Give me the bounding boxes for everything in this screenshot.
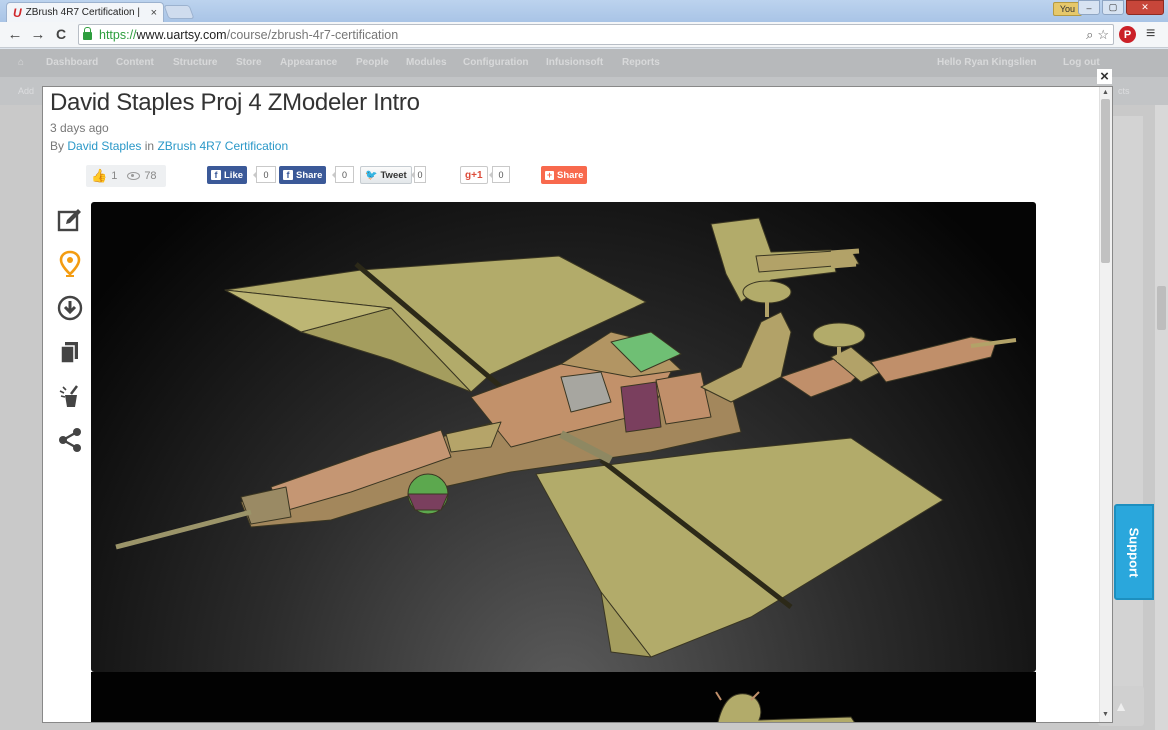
edit-icon[interactable] [55, 205, 85, 235]
page-scrollbar-thumb[interactable] [1157, 286, 1166, 330]
shortcut-add[interactable]: Add [18, 86, 34, 96]
profile-chip-label: You [1059, 4, 1075, 14]
scroll-up-icon[interactable]: ▲ [1101, 89, 1110, 96]
browser-toolbar: ← → C https:// www.uartsy.com /course/zb… [0, 22, 1168, 48]
modal-close-icon[interactable]: × [1097, 68, 1112, 85]
clean-brush-icon[interactable] [55, 381, 85, 411]
download-icon[interactable] [55, 293, 85, 323]
url-scheme: https:// [99, 27, 137, 42]
support-label: Support [1126, 527, 1142, 577]
back-icon[interactable]: ← [6, 26, 24, 43]
lock-icon [83, 27, 92, 40]
tweet-label: Tweet [380, 169, 407, 181]
admin-item-store[interactable]: Store [236, 57, 262, 68]
post-modal: David Staples Proj 4 ZModeler Intro 3 da… [42, 86, 1113, 723]
thumbs-up-icon[interactable]: 👍 [91, 168, 107, 184]
post-stats: 👍 1 78 [86, 165, 166, 187]
shortcut-products[interactable]: cts [1118, 86, 1130, 96]
browser-menu-icon[interactable]: ≡ [1146, 25, 1155, 43]
spaceship-render [115, 217, 1017, 658]
view-count: 78 [144, 170, 157, 182]
tweet-button[interactable]: 🐦 Tweet [360, 166, 412, 184]
forward-icon[interactable]: → [29, 26, 47, 43]
tweet-count-value: 0 [417, 169, 423, 180]
location-pin-icon[interactable] [55, 249, 85, 279]
share-icon[interactable] [55, 425, 85, 455]
google-plus-label: g+1 [465, 169, 483, 181]
facebook-like-count: 0 [253, 166, 276, 183]
reload-icon[interactable]: C [52, 26, 70, 42]
addthis-share-button[interactable]: + Share [541, 166, 588, 184]
page-scrollbar[interactable] [1155, 105, 1168, 730]
facebook-share-count: 0 [332, 166, 354, 183]
admin-item-configuration[interactable]: Configuration [463, 57, 529, 68]
admin-item-dashboard[interactable]: Dashboard [46, 57, 98, 68]
eye-icon [127, 172, 141, 180]
tab-title: ZBrush 4R7 Certification | [25, 7, 140, 18]
window-controls: – ▢ ✕ [1078, 0, 1164, 15]
scroll-down-icon[interactable]: ▼ [1101, 711, 1110, 718]
second-render-preview [715, 691, 855, 722]
address-bar[interactable]: https:// www.uartsy.com /course/zbrush-4… [78, 24, 1114, 45]
artwork-image[interactable] [91, 202, 1036, 672]
facebook-icon: f [211, 170, 221, 180]
modal-scrollbar-thumb[interactable] [1101, 99, 1110, 263]
addthis-share-label: Share [557, 169, 584, 181]
admin-item-structure[interactable]: Structure [173, 57, 217, 68]
url-host: www.uartsy.com [136, 27, 227, 42]
admin-item-appearance[interactable]: Appearance [280, 57, 337, 68]
admin-item-reports[interactable]: Reports [622, 57, 660, 68]
copy-icon[interactable] [55, 337, 85, 367]
new-tab-button[interactable] [163, 5, 195, 19]
admin-item-modules[interactable]: Modules [406, 57, 447, 68]
admin-logout[interactable]: Log out [1063, 57, 1100, 68]
admin-toolbar: ⌂ Dashboard Content Structure Store Appe… [0, 49, 1168, 77]
search-icon[interactable]: ⌕ [1086, 27, 1093, 43]
google-plus-button[interactable]: g+1 [460, 166, 488, 184]
google-plus-count-value: 0 [498, 169, 504, 180]
twitter-bird-icon: 🐦 [365, 169, 378, 181]
page-content-edge [1113, 116, 1143, 716]
tab-close-icon[interactable]: × [151, 7, 157, 19]
maximize-icon[interactable]: ▢ [1102, 0, 1124, 15]
pinterest-icon[interactable]: P [1119, 26, 1136, 43]
tweet-count: 0 [411, 166, 426, 183]
second-artwork-image[interactable] [91, 672, 1036, 722]
facebook-share-button[interactable]: f Share [279, 166, 327, 184]
support-tab[interactable]: Support [1114, 504, 1154, 600]
admin-item-people[interactable]: People [356, 57, 389, 68]
course-link[interactable]: ZBrush 4R7 Certification [157, 139, 288, 153]
plus-icon: + [545, 170, 554, 180]
window-close-icon[interactable]: ✕ [1126, 0, 1164, 15]
admin-item-infusionsoft[interactable]: Infusionsoft [546, 57, 603, 68]
home-icon[interactable]: ⌂ [18, 57, 24, 68]
facebook-share-count-value: 0 [341, 169, 347, 180]
like-count: 1 [111, 170, 118, 182]
uartsy-favicon-icon: U [13, 5, 22, 20]
facebook-like-label: Like [224, 169, 244, 181]
admin-greeting[interactable]: Hello Ryan Kingslien [937, 57, 1036, 68]
facebook-share-label: Share [296, 169, 323, 181]
author-link[interactable]: David Staples [67, 139, 141, 153]
bookmark-star-icon[interactable]: ☆ [1097, 27, 1109, 43]
minimize-icon[interactable]: – [1078, 0, 1100, 15]
post-timestamp: 3 days ago [50, 121, 109, 135]
post-title: David Staples Proj 4 ZModeler Intro [50, 89, 420, 116]
admin-item-content[interactable]: Content [116, 57, 154, 68]
post-byline: By David Staples in ZBrush 4R7 Certifica… [50, 139, 288, 153]
browser-tab[interactable]: U ZBrush 4R7 Certification | × [6, 2, 164, 22]
facebook-icon: f [283, 170, 293, 180]
google-plus-count: 0 [489, 166, 510, 183]
url-path: /course/zbrush-4r7-certification [226, 27, 399, 42]
byline-prefix: By [50, 139, 65, 153]
facebook-like-button[interactable]: f Like [207, 166, 248, 184]
byline-in: in [144, 139, 155, 153]
facebook-like-count-value: 0 [263, 169, 269, 180]
browser-titlebar: U ZBrush 4R7 Certification | × You – ▢ ✕ [0, 0, 1168, 22]
